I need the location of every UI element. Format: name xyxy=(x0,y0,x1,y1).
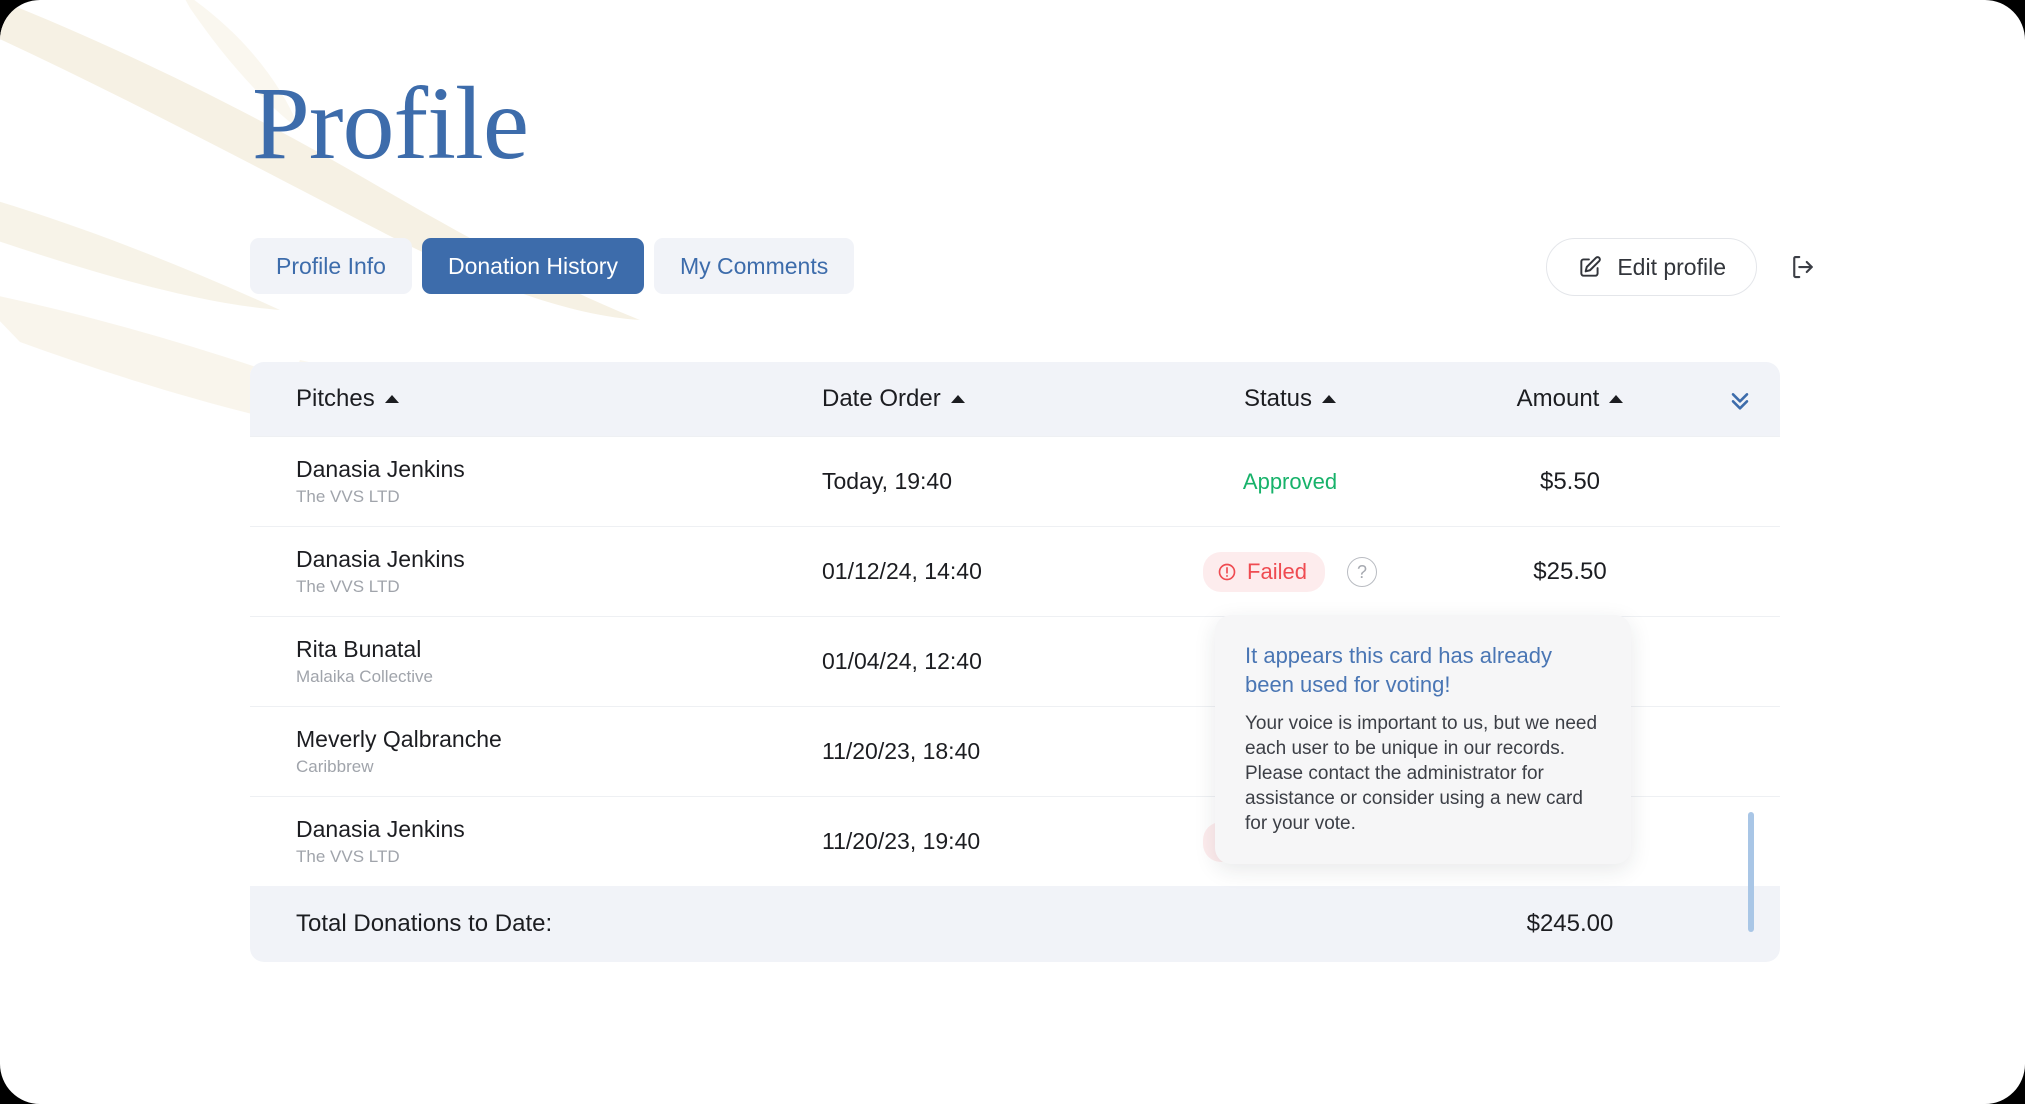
cell-pitch: Meverly Qalbranche Caribbrew xyxy=(250,725,810,779)
cell-pitch: Rita Bunatal Malaika Collective xyxy=(250,635,810,689)
status-badge-approved: Approved xyxy=(1242,468,1338,494)
pitch-name: Danasia Jenkins xyxy=(296,545,465,572)
cell-amount: $25.50 xyxy=(1440,558,1700,586)
cell-date: 11/20/23, 19:40 xyxy=(810,828,1140,855)
table-row[interactable]: Danasia Jenkins The VVS LTD Today, 19:40… xyxy=(250,436,1780,526)
expand-all-button[interactable] xyxy=(1700,385,1780,413)
pitch-name: Danasia Jenkins xyxy=(296,815,465,842)
pitch-name: Meverly Qalbranche xyxy=(296,725,502,752)
header-cell-date-order[interactable]: Date Order xyxy=(810,385,1140,413)
tab-profile-info[interactable]: Profile Info xyxy=(250,238,412,294)
header-label-date-order: Date Order xyxy=(822,385,941,412)
sort-caret-up-icon xyxy=(950,395,965,403)
date-value: 01/04/24, 12:40 xyxy=(822,648,982,674)
sort-caret-up-icon xyxy=(1322,395,1337,403)
total-amount-cell: $245.00 xyxy=(1440,910,1700,938)
cell-date: 01/04/24, 12:40 xyxy=(810,648,1140,675)
sort-caret-up-icon xyxy=(384,395,399,403)
tooltip-body: Your voice is important to us, but we ne… xyxy=(1245,713,1598,834)
date-value: 01/12/24, 14:40 xyxy=(822,558,982,584)
edit-square-pencil-icon xyxy=(1577,254,1603,280)
tab-my-comments[interactable]: My Comments xyxy=(653,238,855,294)
total-donations-value: $245.00 xyxy=(1526,910,1614,937)
header-label-status: Status xyxy=(1243,385,1313,412)
date-value: 11/20/23, 19:40 xyxy=(822,828,981,854)
table-row[interactable]: Danasia Jenkins The VVS LTD 01/12/24, 14… xyxy=(250,526,1780,616)
page-title: Profile xyxy=(252,66,529,181)
profile-tabs: Profile Info Donation History My Comment… xyxy=(250,238,855,294)
exclamation-circle-icon xyxy=(1217,562,1237,582)
date-value: Today, 19:40 xyxy=(822,468,953,494)
cell-amount: $5.50 xyxy=(1440,468,1700,496)
header-label-pitches: Pitches xyxy=(296,385,375,412)
sort-caret-up-icon xyxy=(1609,395,1624,403)
pitch-organization: The VVS LTD xyxy=(296,846,400,866)
status-badge-failed: Failed xyxy=(1203,551,1325,592)
logout-button[interactable] xyxy=(1781,245,1825,289)
app-page: Profile Profile Info Donation History My… xyxy=(0,0,2025,1104)
status-label: Failed xyxy=(1247,558,1307,584)
pitch-organization: The VVS LTD xyxy=(296,576,400,596)
table-footer-total-row: Total Donations to Date: $245.00 xyxy=(250,886,1780,962)
pitch-name: Danasia Jenkins xyxy=(296,455,465,482)
pitch-organization: Malaika Collective xyxy=(296,666,433,686)
edit-profile-label: Edit profile xyxy=(1617,253,1726,280)
header-cell-pitches[interactable]: Pitches xyxy=(250,385,810,413)
table-scrollbar-thumb[interactable] xyxy=(1748,812,1754,932)
cell-status: Approved xyxy=(1140,469,1440,495)
profile-actions: Edit profile xyxy=(1546,238,1825,296)
date-value: 11/20/23, 18:40 xyxy=(822,738,981,764)
pitch-organization: The VVS LTD xyxy=(296,486,400,506)
total-donations-label: Total Donations to Date: xyxy=(296,910,553,937)
table-scrollbar[interactable] xyxy=(1748,812,1754,932)
pitch-name: Rita Bunatal xyxy=(296,635,422,662)
pitch-organization: Caribbrew xyxy=(296,756,374,776)
header-label-amount: Amount xyxy=(1516,385,1600,412)
cell-pitch: Danasia Jenkins The VVS LTD xyxy=(250,815,810,869)
table-header-row: Pitches Date Order Status Amount xyxy=(250,362,1780,436)
double-chevron-down-icon xyxy=(1726,385,1754,413)
help-question-icon-button[interactable]: ? xyxy=(1346,556,1377,587)
amount-value: $5.50 xyxy=(1539,467,1601,495)
cell-status: Failed ? xyxy=(1140,551,1440,592)
amount-value: $25.50 xyxy=(1533,557,1607,585)
header-cell-status[interactable]: Status xyxy=(1140,385,1440,413)
cell-pitch: Danasia Jenkins The VVS LTD xyxy=(250,455,810,509)
header-cell-amount[interactable]: Amount xyxy=(1440,385,1700,413)
tooltip-title: It appears this card has already been us… xyxy=(1245,643,1552,697)
logout-arrow-icon xyxy=(1788,252,1818,282)
total-label-cell: Total Donations to Date: xyxy=(250,910,810,938)
edit-profile-button[interactable]: Edit profile xyxy=(1546,238,1757,296)
cell-date: 01/12/24, 14:40 xyxy=(810,558,1140,585)
cell-pitch: Danasia Jenkins The VVS LTD xyxy=(250,545,810,599)
tab-donation-history[interactable]: Donation History xyxy=(421,238,644,294)
cell-date: 11/20/23, 18:40 xyxy=(810,738,1140,765)
failed-status-tooltip: It appears this card has already been us… xyxy=(1215,615,1631,864)
cell-date: Today, 19:40 xyxy=(810,468,1140,495)
